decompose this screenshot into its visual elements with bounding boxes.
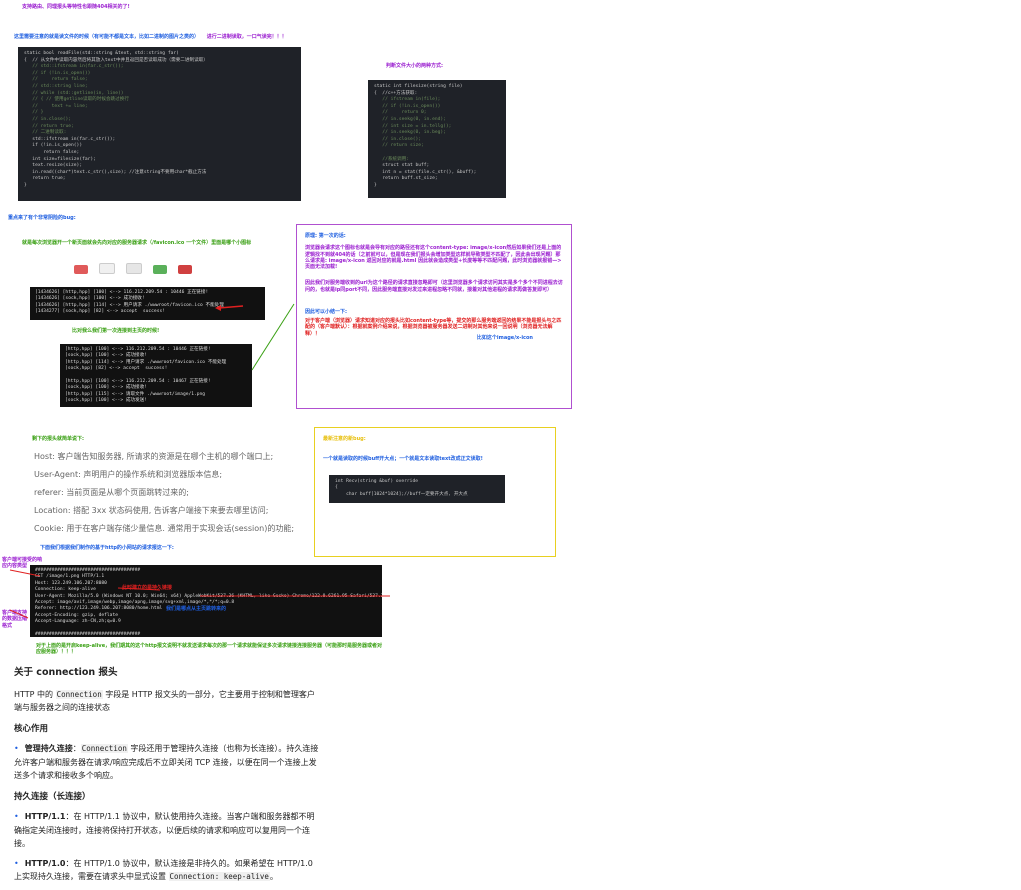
first-request-terminal: [http,hpp] [100] <--> 116.212.209.54 : 1…: [60, 344, 252, 407]
core-paragraph: • 管理持久连接：Connection 字段还用于管理持久连接（也称为长连接）。持…: [14, 744, 319, 780]
code-line: if (!in.is_open()): [24, 143, 83, 149]
code-line: static int filesize(string file): [374, 84, 463, 89]
header-cookie: Cookie: 用于在客户端存储少量信息. 通常用于实现会话(session)的…: [34, 524, 295, 533]
connection-article: 关于 connection 报头 HTTP 中的 Connection 字段是 …: [14, 666, 322, 890]
terminal-line: [sock,hpp] [100] <--> 成功发送!: [65, 398, 147, 404]
header-location: Location: 搭配 3xx 状态码使用, 告诉客户端接下来要去哪里访问;: [34, 506, 269, 515]
file-size-heading: 判断文件大小的两种方式:: [386, 63, 444, 69]
headers-intro: 剩下的报头就简单说下:: [32, 436, 85, 442]
cause-explanation-box: 原理: 第一次的话: 浏览器会请求这个图标也就是会导有对应的路径还有这个cont…: [296, 224, 572, 409]
article-intro: HTTP 中的 Connection 字段是 HTTP 报文头的一部分，它主要用…: [14, 689, 315, 712]
tab-icon: [99, 263, 116, 274]
code-line: {: [335, 485, 338, 491]
code-line: // std::ifstream in(far.c_str());: [24, 64, 124, 70]
other-bug-title: 最新注意的新bug:: [323, 436, 366, 442]
filesize-code-block: static int filesize(string file){ //c++方…: [368, 80, 506, 198]
code-line: }: [374, 182, 377, 188]
tab-icon: [153, 265, 168, 274]
article-title: 关于 connection 报头: [14, 667, 118, 678]
code-line: // return 0;: [374, 110, 427, 116]
browser-tab-icons: [74, 259, 198, 278]
header-user-agent: User-Agent: 声明用户的操作系统和浏览器版本信息;: [34, 470, 223, 479]
tab-icon: [126, 263, 143, 274]
favicon-heading: 就是每次浏览器开一个新页面就会先向对应的服务器请求（/favicon.ico 一…: [22, 240, 252, 246]
code-line: }: [24, 182, 27, 188]
code-line: // return size;: [374, 143, 424, 149]
readfile-code-block: static bool readFile(std::string &text, …: [18, 47, 301, 201]
persist-title: 持久连接（长连接）: [14, 791, 91, 802]
code-line: return false;: [24, 149, 80, 155]
summary-tag: 比如这个image/x-icon: [476, 334, 533, 341]
core-title: 核心作用: [14, 723, 49, 734]
bug-heading: 重点来了有个非常阴险的bug:: [8, 215, 76, 221]
code-line: text.resize(size);: [24, 163, 83, 169]
code-line: // in.seekg(0, in.beg);: [374, 130, 446, 136]
annotation-arrows: [9, 569, 390, 619]
code-line: static bool readFile(std::string &text, …: [24, 51, 179, 56]
cause-body: 浏览器会请求这个图标也就是会导有对应的路径还有这个content-type: i…: [305, 245, 562, 270]
http11-paragraph: • HTTP/1.1：在 HTTP/1.1 协议中，默认使用持久连接。当客户端和服…: [14, 812, 315, 848]
read-file-heading: 这里需要注意的就是读文件的时候（有可能不都是文本，比如二进制的图片之类的） 进行…: [14, 34, 287, 40]
code-line: // 二进制读取:: [24, 130, 67, 136]
code-line: char buff[1024*1024];//buff一定要开大点, 开大点: [335, 491, 468, 497]
summary-title: 因此可以小结一下:: [305, 308, 348, 315]
first-request-caption: 比对我么我们第一次连接到主页的时候!: [72, 328, 160, 334]
top-note: 支持路由、同理报头等特性也跟随404相关的了!: [22, 4, 130, 10]
code-line: // { // 使用getline读取的时候会跳过换行: [24, 97, 129, 103]
code-line: // }: [24, 110, 44, 116]
cause-title: 原理: 第一次的话:: [305, 233, 346, 239]
red-arrow: [215, 305, 244, 311]
code-line: return buff.st_size;: [374, 176, 438, 182]
other-bug-box: 最新注意的新bug: 一个就是读取的时候buff开大点；一个就是文本读取text…: [314, 427, 556, 557]
http10-paragraph: • HTTP/1.0：在 HTTP/1.0 协议中，默认连接是非持久的。如果希望在…: [14, 858, 313, 881]
code-line: // in.close();: [24, 116, 72, 122]
code-line: // return false;: [24, 77, 88, 83]
code-line: // text += line;: [24, 103, 88, 109]
header-list: Host: 客户端告知服务器, 所请求的资源是在哪个主机的哪个端口上; User…: [34, 448, 294, 538]
header-referer: referer: 当前页面是从哪个页面跳转过来的;: [34, 488, 189, 497]
http-request-intro: 下面我们根据我们制作的基于http的小网站的请求报这一下:: [40, 545, 174, 551]
tab-icon: [178, 265, 193, 274]
tab-icon: [74, 265, 88, 274]
code-line: return true;: [24, 176, 66, 182]
recv-code-block: int Recv(string &buf) override{ char buf…: [329, 474, 505, 503]
code-line: // std::string line;: [24, 83, 88, 89]
cause-fix: 因此我们对服务端收到的url为这个路径的请求直接忽略即可（这里浏览器多个请求访问…: [305, 280, 563, 293]
code-line: int Recv(string &buf) override: [335, 478, 418, 484]
green-arrow: [251, 303, 295, 371]
code-line: // in.seekg(0, in.end);: [374, 116, 446, 122]
other-bug-body: 一个就是读取的时候buff开大点；一个就是文本读取text改成正文读取!: [323, 456, 483, 463]
code-line: // ifstream in(file);: [374, 97, 441, 103]
code-line: struct stat buff;: [374, 163, 430, 169]
header-host: Host: 客户端告知服务器, 所请求的资源是在哪个主机的哪个端口上;: [34, 452, 274, 461]
keepalive-note: 对于上面的是开启keep-alive，我们期其的这个http报文说明不就发送请求…: [36, 643, 383, 656]
